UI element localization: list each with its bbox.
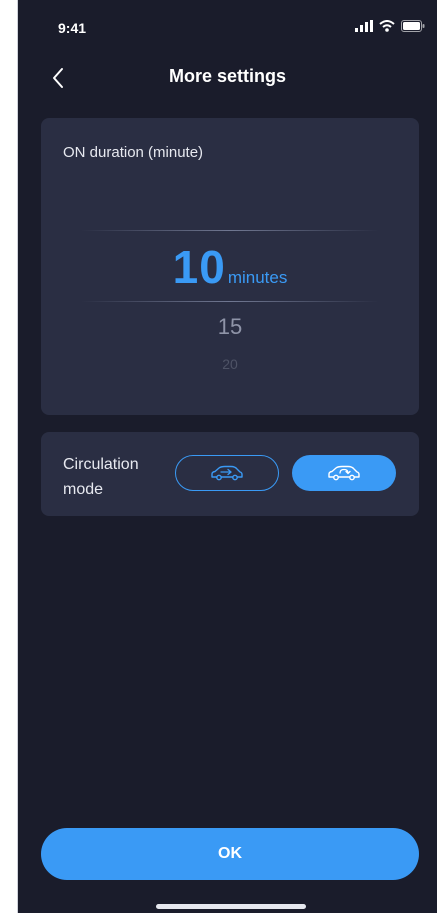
- picker-option[interactable]: 20: [41, 356, 419, 372]
- picker-bottom-divider: [81, 301, 379, 302]
- status-bar: 9:41: [18, 0, 437, 56]
- picker-selected-value[interactable]: 10 minutes: [41, 240, 419, 294]
- page-title: More settings: [168, 66, 287, 86]
- selected-number: 10: [172, 241, 226, 293]
- status-time: 9:41: [58, 20, 87, 36]
- phone-screen: 9:41 More settings ON duration (minute) …: [17, 0, 437, 913]
- car-inner-circulation-icon: [328, 465, 360, 481]
- navigation-bar: More settings: [18, 56, 437, 100]
- wifi-icon: [379, 20, 395, 32]
- selected-unit: minutes: [227, 268, 288, 287]
- signal-icon: [355, 20, 373, 32]
- outer-circulation-button[interactable]: [175, 455, 279, 491]
- status-icons: [355, 20, 425, 32]
- circulation-label: Circulation mode: [63, 456, 139, 498]
- ok-button[interactable]: OK: [41, 828, 419, 880]
- car-outer-circulation-icon: [211, 465, 243, 481]
- picker-top-divider: [81, 230, 379, 231]
- circulation-card: Circulation mode: [41, 432, 419, 516]
- picker-option[interactable]: 15: [41, 314, 419, 340]
- inner-circulation-button[interactable]: [292, 455, 396, 491]
- home-indicator: [156, 904, 306, 909]
- duration-picker[interactable]: 10 minutes 15 20: [41, 118, 419, 415]
- battery-icon: [401, 20, 425, 32]
- duration-card: ON duration (minute) 10 minutes 15 20: [41, 118, 419, 415]
